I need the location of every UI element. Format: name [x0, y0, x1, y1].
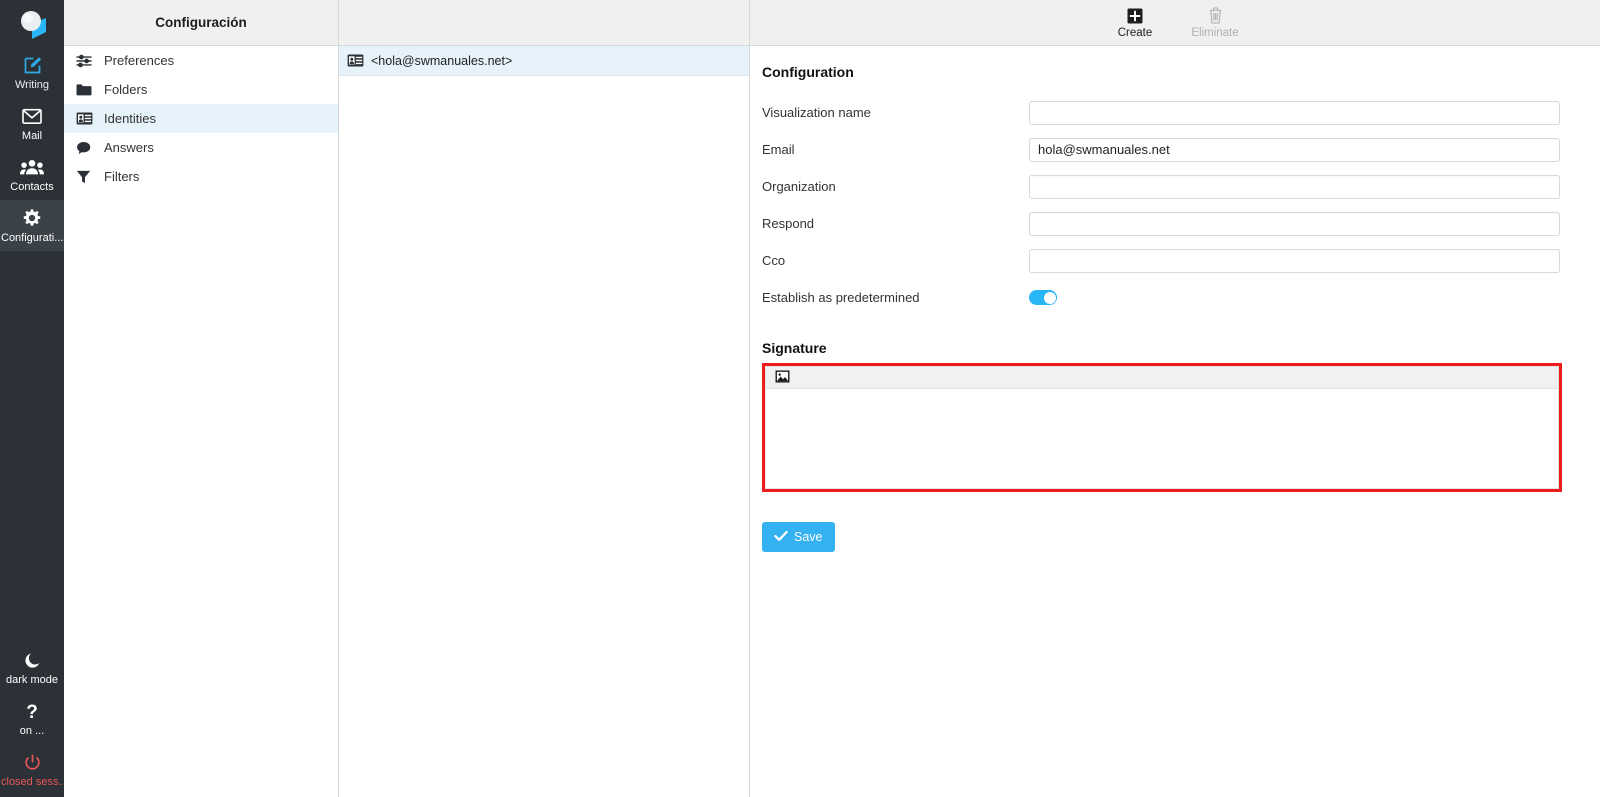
create-button-label: Create [1117, 26, 1153, 39]
rail-bottom-group: dark mode ? on ... closed sess... [0, 642, 64, 797]
signature-heading: Signature [762, 340, 827, 356]
main-panel: Create Eliminate Configuration Visualiza… [750, 0, 1600, 797]
settings-list: Preferences Folders Identities Answers F… [64, 46, 338, 191]
cube-logo-icon [18, 10, 46, 39]
respond-input[interactable] [1029, 211, 1560, 236]
rail-item-dark-mode[interactable]: dark mode [0, 642, 64, 693]
field-row-set-default: Establish as predetermined [762, 279, 1560, 316]
save-button[interactable]: Save [762, 522, 835, 552]
rail-item-label: closed sess... [1, 776, 63, 788]
rail-item-label: Writing [14, 79, 50, 91]
speech-bubble-icon [76, 141, 98, 155]
rail-item-writing[interactable]: Writing [0, 47, 64, 98]
main-toolbar: Create Eliminate [750, 0, 1600, 46]
cco-input[interactable] [1029, 248, 1560, 273]
contacts-people-icon [20, 156, 44, 178]
identity-form: Configuration Visualization name Email O… [750, 46, 1600, 552]
id-card-icon [347, 54, 364, 67]
identity-list-header [339, 0, 749, 46]
sidebar-item-filters[interactable]: Filters [64, 162, 338, 191]
eliminate-button-label: Eliminate [1191, 26, 1239, 39]
identity-list-column: <hola@swmanuales.net> [339, 0, 750, 797]
identity-label: <hola@swmanuales.net> [371, 53, 513, 68]
rail-item-contacts[interactable]: Contacts [0, 149, 64, 200]
field-label: Establish as predetermined [762, 290, 920, 305]
field-label: Respond [762, 216, 815, 231]
field-row-email: Email [762, 131, 1560, 168]
moon-icon [23, 649, 42, 671]
field-row-organization: Organization [762, 168, 1560, 205]
id-card-icon [76, 112, 98, 125]
rail-item-mail[interactable]: Mail [0, 98, 64, 149]
left-nav-rail: Writing Mail Contacts Configurati... dar… [0, 0, 64, 797]
insert-image-icon[interactable] [775, 369, 790, 386]
sidebar-item-preferences[interactable]: Preferences [64, 46, 338, 75]
rail-item-label: Contacts [10, 181, 54, 193]
settings-column: Configuración Preferences Folders Identi… [64, 0, 339, 797]
toggle-knob [1043, 291, 1056, 304]
organization-input[interactable] [1029, 174, 1560, 199]
rail-item-logout[interactable]: closed sess... [0, 744, 64, 795]
rail-item-help[interactable]: ? on ... [0, 693, 64, 744]
sliders-icon [76, 54, 98, 68]
identity-list: <hola@swmanuales.net> [339, 46, 749, 76]
plus-square-icon [1127, 7, 1143, 25]
field-label: Visualization name [762, 105, 871, 120]
field-label: Email [762, 142, 795, 157]
signature-body[interactable] [766, 389, 1558, 488]
rail-item-label: dark mode [6, 674, 58, 686]
gear-icon [22, 207, 42, 229]
settings-column-header: Configuración [64, 0, 338, 46]
sidebar-item-identities[interactable]: Identities [64, 104, 338, 133]
sidebar-item-label: Folders [104, 82, 148, 97]
field-row-visualization-name: Visualization name [762, 94, 1560, 131]
check-icon [774, 530, 788, 545]
field-label: Organization [762, 179, 836, 194]
sidebar-item-folders[interactable]: Folders [64, 75, 338, 104]
folder-icon [76, 83, 98, 97]
visualization-name-input[interactable] [1029, 100, 1560, 125]
rail-item-label: Configurati... [1, 232, 63, 244]
rail-item-label: on ... [19, 725, 45, 737]
app-logo [0, 0, 64, 47]
sidebar-item-label: Preferences [104, 53, 175, 68]
signature-editor [765, 366, 1559, 489]
sidebar-item-label: Answers [104, 140, 154, 155]
rail-item-label: Mail [21, 130, 43, 142]
set-as-default-toggle[interactable] [1029, 290, 1057, 305]
signature-highlight-annotation [762, 363, 1562, 492]
create-button[interactable]: Create [1106, 7, 1164, 39]
email-input[interactable] [1029, 137, 1560, 162]
eliminate-button[interactable]: Eliminate [1186, 7, 1244, 39]
list-item[interactable]: <hola@swmanuales.net> [339, 46, 749, 76]
sidebar-item-label: Filters [104, 169, 140, 184]
app-root: Writing Mail Contacts Configurati... dar… [0, 0, 1600, 797]
trash-icon [1208, 7, 1223, 25]
envelope-icon [21, 105, 43, 127]
power-icon [23, 751, 42, 773]
field-row-respond: Respond [762, 205, 1560, 242]
field-label: Cco [762, 253, 786, 268]
funnel-icon [76, 170, 98, 184]
signature-editor-toolbar [766, 367, 1558, 389]
compose-pencil-icon [22, 54, 43, 76]
question-mark-icon: ? [24, 700, 40, 722]
save-button-label: Save [794, 530, 823, 544]
svg-text:?: ? [26, 702, 38, 721]
field-row-cco: Cco [762, 242, 1560, 279]
rail-item-configuration[interactable]: Configurati... [0, 200, 64, 251]
sidebar-item-label: Identities [104, 111, 157, 126]
page-title: Configuración [155, 15, 247, 30]
sidebar-item-answers[interactable]: Answers [64, 133, 338, 162]
configuration-heading: Configuration [762, 64, 854, 80]
